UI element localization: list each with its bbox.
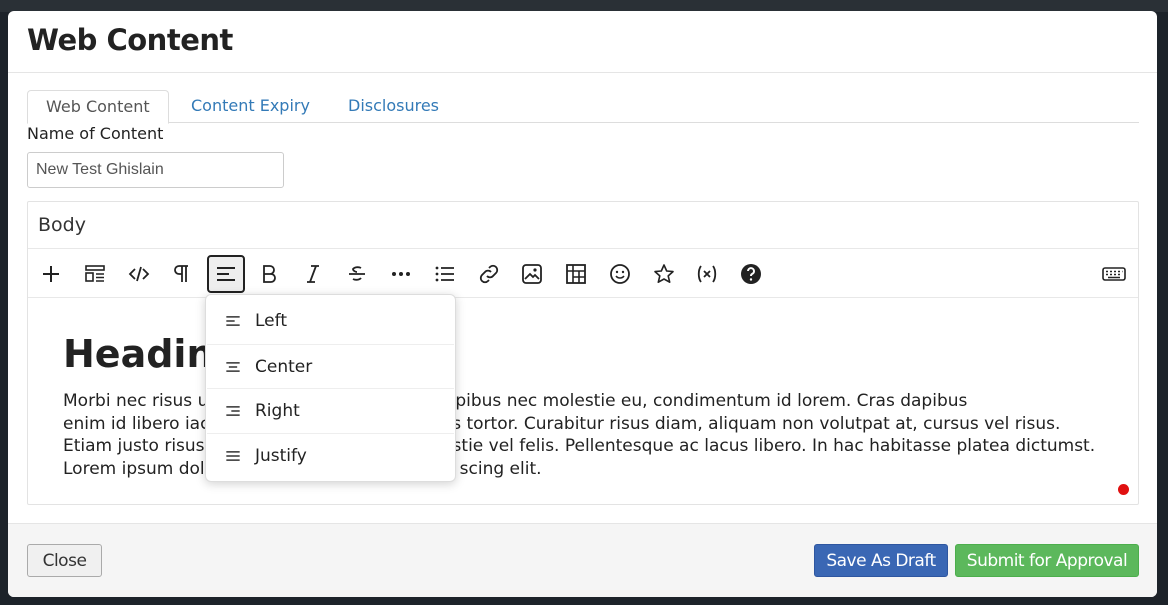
align-justify-option[interactable]: Justify bbox=[207, 433, 454, 477]
align-right-option[interactable]: Right bbox=[207, 388, 454, 432]
align-left-icon[interactable] bbox=[207, 255, 245, 293]
editor-toolbar bbox=[28, 248, 1138, 298]
align-right-icon bbox=[226, 405, 240, 416]
tab-disclosures[interactable]: Disclosures bbox=[330, 90, 457, 123]
help-icon[interactable] bbox=[732, 255, 770, 293]
link-icon[interactable] bbox=[470, 255, 508, 293]
modal-title: Web Content bbox=[27, 23, 233, 57]
save-as-draft-button[interactable]: Save As Draft bbox=[814, 544, 948, 577]
paragraph-icon[interactable] bbox=[162, 255, 200, 293]
variable-icon[interactable] bbox=[688, 255, 726, 293]
status-indicator-dot bbox=[1118, 484, 1129, 495]
tab-web-content[interactable]: Web Content bbox=[27, 90, 169, 124]
align-left-option[interactable]: Left bbox=[207, 299, 454, 343]
tab-content-expiry[interactable]: Content Expiry bbox=[173, 90, 328, 123]
align-center-icon bbox=[226, 361, 240, 372]
emoji-icon[interactable] bbox=[601, 255, 639, 293]
strikethrough-icon[interactable] bbox=[338, 255, 376, 293]
name-of-content-input[interactable] bbox=[27, 152, 284, 188]
block-template-icon[interactable] bbox=[76, 255, 114, 293]
image-icon[interactable] bbox=[513, 255, 551, 293]
italic-icon[interactable] bbox=[294, 255, 332, 293]
code-icon[interactable] bbox=[120, 255, 158, 293]
align-justify-icon bbox=[226, 450, 240, 461]
list-icon[interactable] bbox=[426, 255, 464, 293]
modal-header: Web Content bbox=[8, 11, 1157, 73]
align-dropdown-menu: Left Center Right Justify bbox=[205, 294, 456, 482]
tab-bar: Web Content Content Expiry Disclosures bbox=[27, 90, 1139, 124]
close-button[interactable]: Close bbox=[27, 544, 102, 577]
bold-icon[interactable] bbox=[250, 255, 288, 293]
plus-icon[interactable] bbox=[32, 255, 70, 293]
background-edge bbox=[1158, 20, 1168, 56]
web-content-modal: Web Content Web Content Content Expiry D… bbox=[8, 11, 1157, 597]
modal-footer: Close Save As Draft Submit for Approval bbox=[8, 523, 1157, 597]
body-label: Body bbox=[38, 214, 86, 236]
align-center-option[interactable]: Center bbox=[207, 344, 454, 388]
submit-for-approval-button[interactable]: Submit for Approval bbox=[955, 544, 1139, 577]
keyboard-icon[interactable] bbox=[1095, 255, 1133, 293]
align-left-icon bbox=[226, 316, 240, 326]
table-icon[interactable] bbox=[557, 255, 595, 293]
name-label: Name of Content bbox=[27, 124, 164, 143]
more-icon[interactable] bbox=[382, 255, 420, 293]
rich-text-editor: Body Heading Morbi nec risus u dolor mi,… bbox=[27, 201, 1139, 505]
star-icon[interactable] bbox=[645, 255, 683, 293]
